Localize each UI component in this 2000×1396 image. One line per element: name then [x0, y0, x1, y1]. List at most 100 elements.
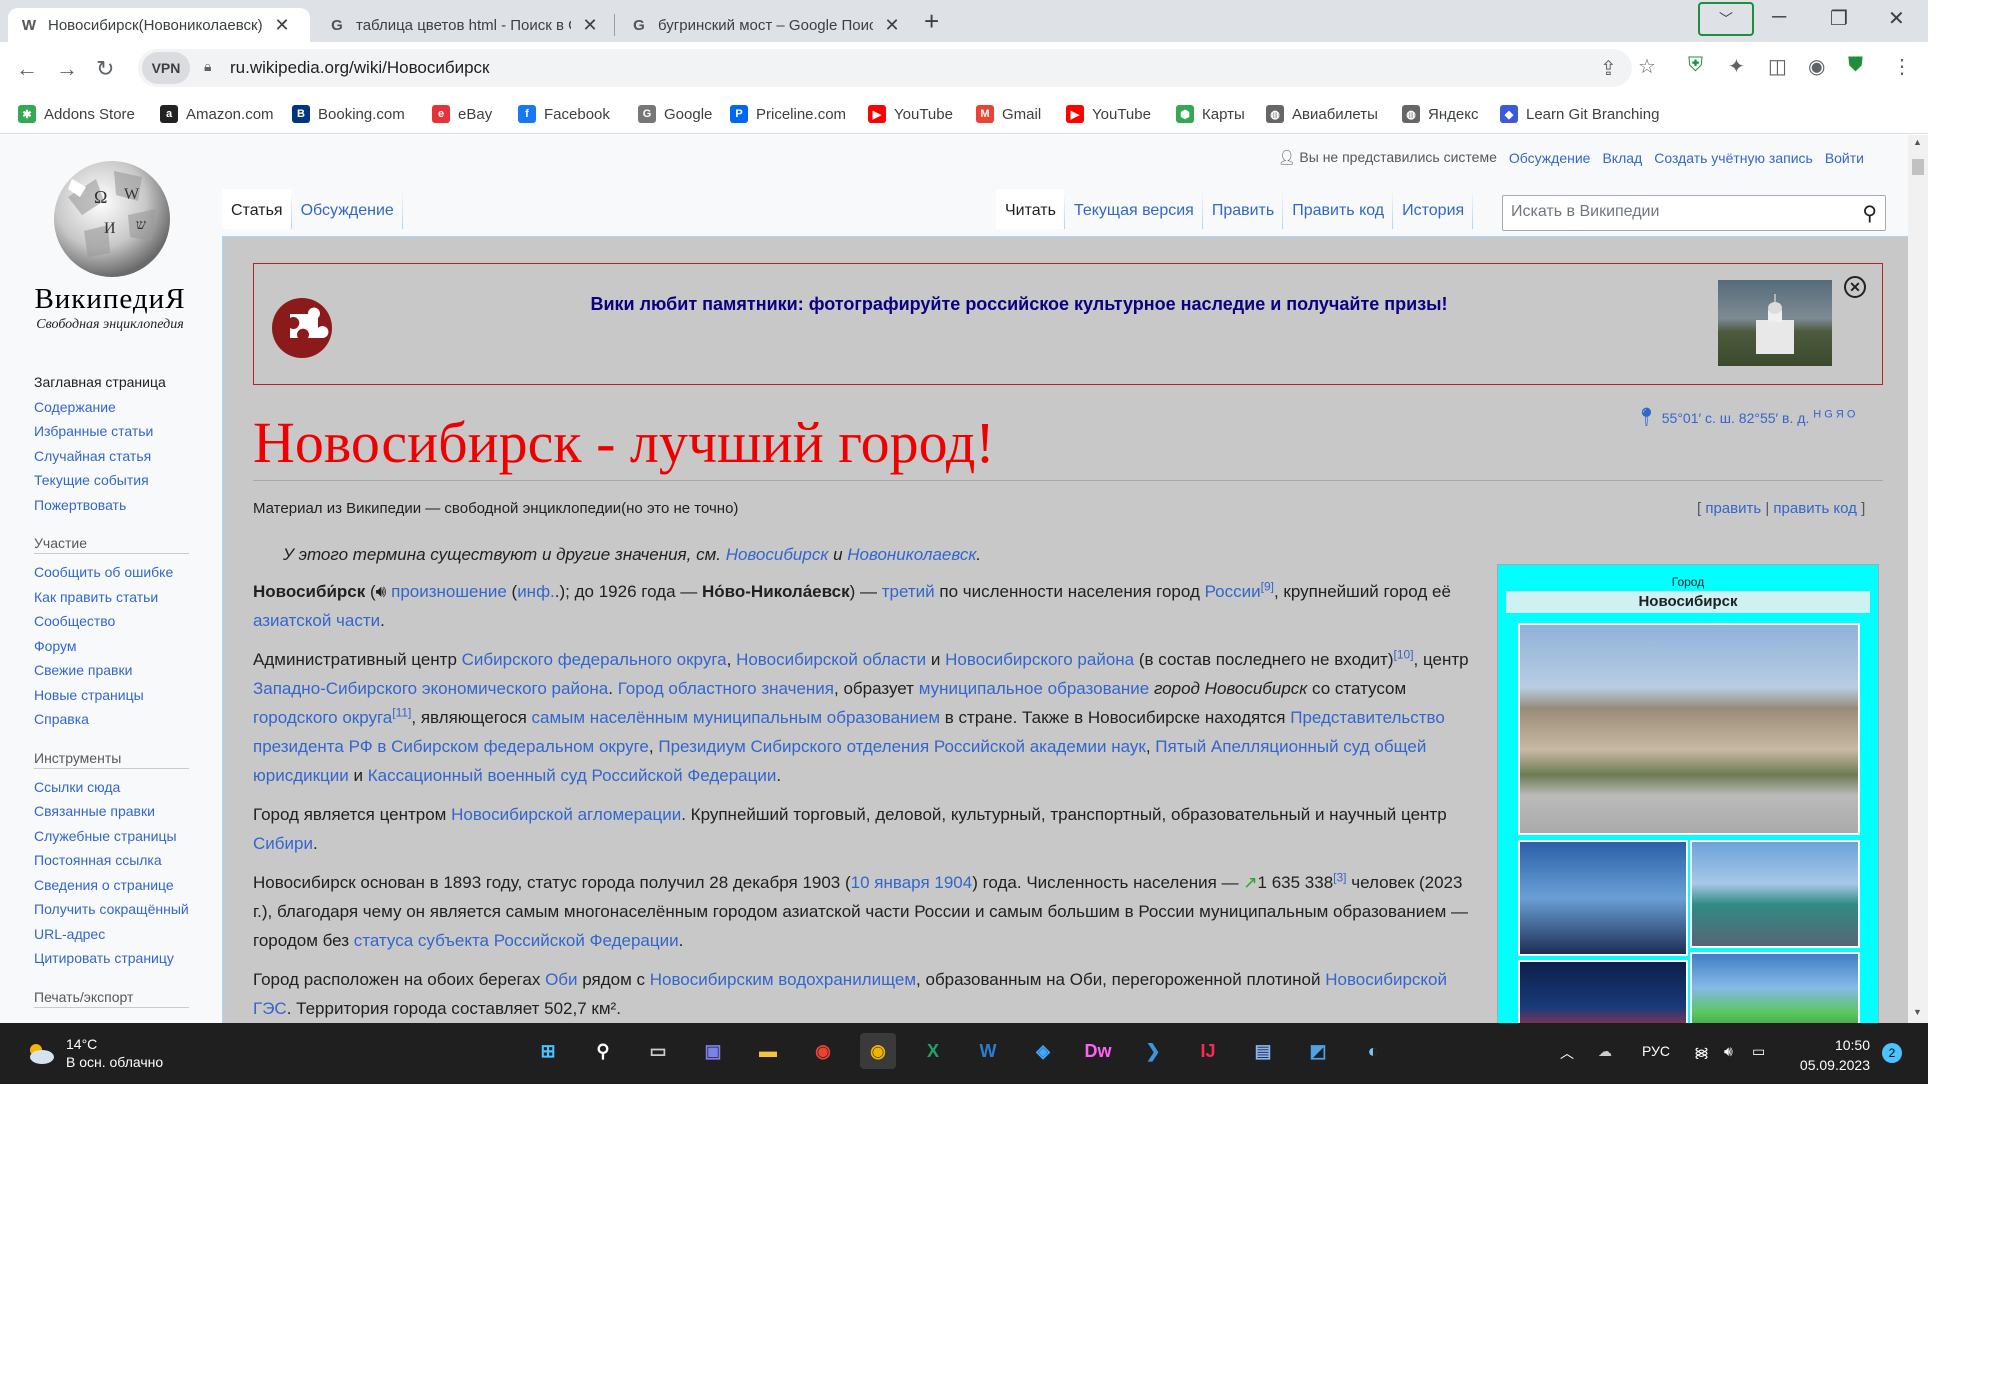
close-window-button[interactable]: ✕	[1888, 6, 1905, 31]
reload-icon[interactable]: ↻	[96, 56, 114, 82]
sidebar-link[interactable]: Цитировать страницу	[34, 946, 194, 971]
sidebar-link[interactable]: Постоянная ссылка	[34, 848, 194, 873]
hatnote-link-novosibirsk[interactable]: Новосибирск	[726, 545, 829, 564]
reference-link[interactable]: [3]	[1333, 870, 1346, 884]
tab-search-chevron-icon[interactable]: ﹀	[1698, 2, 1754, 36]
reference-link[interactable]: [9]	[1261, 579, 1274, 593]
article-link[interactable]: Сибири	[253, 834, 313, 853]
bookmark-item[interactable]: ◍ Яндекс	[1402, 105, 1478, 123]
volume-icon[interactable]: 🔊︎	[1724, 1043, 1733, 1060]
battery-icon[interactable]: ▭	[1752, 1043, 1765, 1060]
extensions-puzzle-icon[interactable]: ✦	[1728, 54, 1745, 79]
hatnote-link-novonikolaevsk[interactable]: Новониколаевск	[847, 545, 976, 564]
bookmark-item[interactable]: ◆ Learn Git Branching	[1500, 105, 1659, 123]
banner-church-photo[interactable]	[1718, 280, 1832, 366]
profile-avatar-icon[interactable]: ◉	[1808, 54, 1825, 79]
article-link[interactable]: 10 января 1904	[851, 873, 973, 892]
tab-history[interactable]: История	[1393, 189, 1474, 229]
teams-icon[interactable]: ▣	[695, 1033, 731, 1069]
sidebar-link[interactable]: Ссылки сюда	[34, 775, 194, 800]
coordinates[interactable]: 📍︎ 55°01′ с. ш. 82°55′ в. д. H G Я O	[1635, 407, 1855, 428]
sidebar-link[interactable]: Справка	[34, 707, 194, 732]
sidebar-link[interactable]: Форум	[34, 634, 194, 659]
show-hidden-icons-chevron-icon[interactable]: ︿	[1560, 1043, 1574, 1063]
bridge-night-photo[interactable]	[1518, 960, 1688, 1023]
side-panel-icon[interactable]: ◫	[1768, 54, 1787, 79]
bookmark-item[interactable]: M Gmail	[976, 105, 1041, 123]
sidebar-link[interactable]: Избранные статьи	[34, 419, 194, 444]
article-link[interactable]: Кассационный военный суд Российской Феде…	[368, 766, 777, 785]
wiki-search-input[interactable]: Искать в Википедии ⚲	[1502, 195, 1886, 231]
language-indicator[interactable]: РУС	[1642, 1043, 1670, 1059]
article-link[interactable]: Город областного значения	[618, 679, 834, 698]
bookmark-star-icon[interactable]: ☆	[1638, 54, 1656, 79]
opera-theatre-photo[interactable]	[1518, 623, 1860, 835]
article-link[interactable]: произношение	[391, 582, 507, 601]
wikipedia-globe-logo[interactable]: Ω W И ש	[44, 157, 184, 279]
article-link[interactable]: Новосибирской области	[736, 650, 926, 669]
bookmark-item[interactable]: B Booking.com	[292, 105, 405, 123]
bookmark-item[interactable]: G Google	[638, 105, 712, 123]
railway-station-photo[interactable]	[1690, 840, 1860, 948]
explorer-icon[interactable]: ▬	[750, 1033, 786, 1069]
article-link[interactable]: Сибирского федерального округа	[462, 650, 727, 669]
scrollbar-thumb[interactable]	[1912, 159, 1924, 175]
minimize-button[interactable]: ─	[1772, 6, 1786, 29]
bookmark-item[interactable]: ◍ Авиабилеты	[1266, 105, 1378, 123]
weather-widget[interactable]: 14°C В осн. облачно	[24, 1035, 163, 1071]
tab-google-colors[interactable]: G таблица цветов html - Поиск в G ✕	[316, 8, 612, 42]
intellij-icon[interactable]: IJ	[1190, 1033, 1226, 1069]
scroll-down-icon[interactable]: ▼	[1913, 1007, 1922, 1017]
excel-icon[interactable]: X	[915, 1033, 951, 1069]
new-tab-button[interactable]: +	[924, 6, 939, 37]
scroll-up-icon[interactable]: ▲	[1913, 137, 1922, 147]
article-link[interactable]: самым населённым муниципальным образован…	[532, 708, 941, 727]
tab-edit[interactable]: Править	[1202, 189, 1284, 229]
edit-link[interactable]: править	[1705, 500, 1761, 517]
sidebar-link[interactable]: Сообщить об ошибке	[34, 560, 194, 585]
bookmark-item[interactable]: a Amazon.com	[160, 105, 274, 123]
sidebar-link[interactable]: Сведения о странице	[34, 873, 194, 898]
sidebar-link[interactable]: Связанные правки	[34, 799, 194, 824]
reference-link[interactable]: [10]	[1394, 647, 1414, 661]
article-link[interactable]: статуса субъекта Российской Федерации	[354, 931, 679, 950]
personal-contrib-link[interactable]: Вклад	[1602, 150, 1642, 166]
reference-link[interactable]: [11]	[392, 705, 411, 719]
map-links[interactable]: H G Я O	[1813, 408, 1855, 420]
bookmark-item[interactable]: e eBay	[432, 105, 492, 123]
url-text[interactable]: ru.wikipedia.org/wiki/Новосибирск	[230, 58, 489, 78]
sidebar-link[interactable]: Свежие правки	[34, 658, 194, 683]
city-night-photo[interactable]	[1518, 840, 1688, 956]
tab-wikipedia[interactable]: W Новосибирск(Новониколаевск) - В ✕	[8, 8, 310, 42]
start-icon[interactable]: ⊞	[530, 1033, 566, 1069]
tab-article[interactable]: Статья	[222, 189, 292, 229]
close-banner-icon[interactable]: ✕	[1844, 276, 1866, 298]
chrome-icon[interactable]: ◉	[805, 1033, 841, 1069]
close-tab-icon[interactable]: ✕	[581, 15, 599, 36]
search-icon[interactable]: ⚲	[585, 1033, 621, 1069]
article-link[interactable]: городского округа	[253, 708, 392, 727]
article-link[interactable]: Новосибирского района	[945, 650, 1134, 669]
login-link[interactable]: Войти	[1825, 150, 1864, 166]
banner-text[interactable]: Вики любит памятники: фотографируйте рос…	[354, 294, 1684, 315]
sidebar-link[interactable]: Новые страницы	[34, 683, 194, 708]
bookmark-item[interactable]: ▶ YouTube	[868, 105, 953, 123]
bookmark-item[interactable]: ▶ YouTube	[1066, 105, 1151, 123]
coords-text[interactable]: 55°01′ с. ш. 82°55′ в. д.	[1662, 410, 1810, 426]
create-account-link[interactable]: Создать учётную запись	[1654, 150, 1813, 166]
vscode-icon[interactable]: ❯	[1135, 1033, 1171, 1069]
sidebar-link[interactable]: Заглавная страница	[34, 370, 194, 395]
article-link[interactable]: Президиум Сибирского отделения Российско…	[658, 737, 1145, 756]
tab-talk[interactable]: Обсуждение	[291, 189, 403, 229]
sidebar-link[interactable]: Получить сокращённый URL-адрес	[34, 897, 194, 946]
tab-edit-source[interactable]: Править код	[1283, 189, 1394, 229]
sidebar-link[interactable]: Служебные страницы	[34, 824, 194, 849]
tab-google-bridge[interactable]: G бугринский мост – Google Поиск ✕	[618, 8, 914, 42]
tab-current-version[interactable]: Текущая версия	[1064, 189, 1203, 229]
maximize-button[interactable]: ❐	[1830, 6, 1848, 31]
article-link[interactable]: Западно-Сибирского экономического района	[253, 679, 608, 698]
article-link[interactable]: муниципальное образование	[919, 679, 1150, 698]
browser-icon[interactable]: ◉	[860, 1033, 896, 1069]
notifications-badge[interactable]: 2	[1882, 1043, 1902, 1063]
bookmark-item[interactable]: ⬢ Карты	[1176, 105, 1245, 123]
